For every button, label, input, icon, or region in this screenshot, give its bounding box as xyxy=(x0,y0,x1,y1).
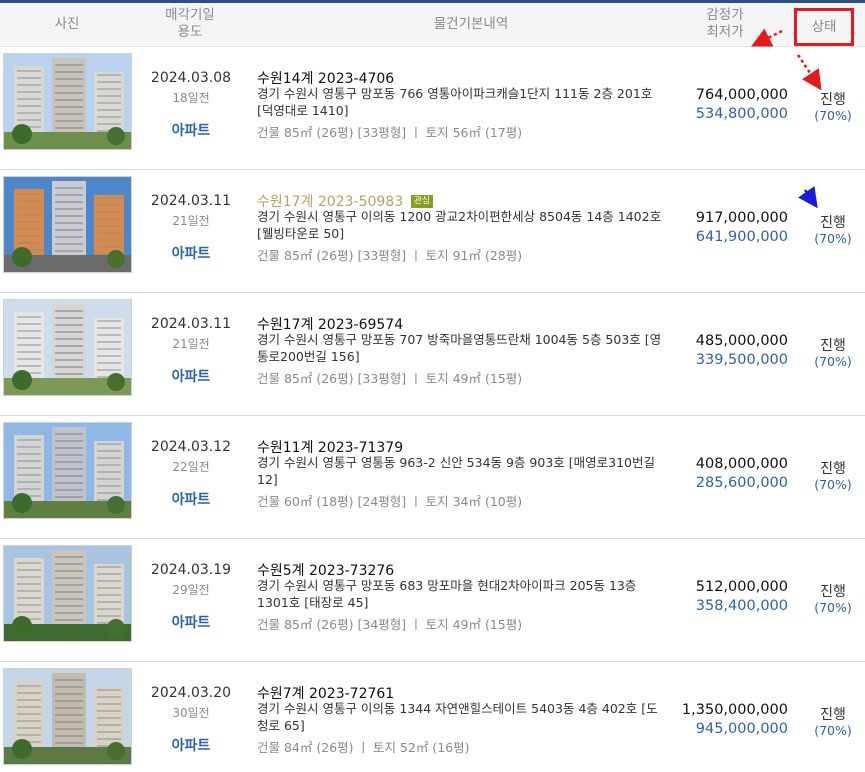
status-text: 진행 xyxy=(820,215,846,231)
appraisal-price: 485,000,000 xyxy=(695,333,788,349)
header-min-price-label: 최저가 xyxy=(706,24,744,40)
usage-type-link[interactable]: 아파트 xyxy=(140,120,242,140)
appraisal-price: 408,000,000 xyxy=(695,456,788,472)
header-date-usage: 매각기일 용도 xyxy=(140,7,240,41)
minimum-price: 945,000,000 xyxy=(695,721,788,737)
property-address: 경기 수원시 영통구 망포동 766 영통아이파크캐슬1단지 111동 2층 2… xyxy=(257,86,653,118)
days-remaining: 29일전 xyxy=(172,583,210,597)
property-photo[interactable] xyxy=(3,176,132,273)
price-ratio: (70%) xyxy=(814,354,852,369)
property-address: 경기 수원시 영통구 망포동 707 방죽마을영통뜨란채 1004동 5층 50… xyxy=(257,332,662,364)
status-text: 진행 xyxy=(820,338,846,354)
days-remaining: 30일전 xyxy=(172,706,210,720)
property-address: 경기 수원시 영통구 영통동 963-2 신안 534동 9층 903호 [매영… xyxy=(257,455,655,487)
appraisal-price: 764,000,000 xyxy=(695,87,788,103)
usage-type-link[interactable]: 아파트 xyxy=(140,489,242,509)
price-ratio: (70%) xyxy=(814,723,852,738)
table-header: 사진 매각기일 용도 물건기본내역 감정가 최저가 상태 xyxy=(0,3,865,47)
price-ratio: (70%) xyxy=(814,477,852,492)
property-address: 경기 수원시 영통구 망포동 683 망포마을 현대2차아이파크 205동 13… xyxy=(257,578,637,610)
header-status-label: 상태 xyxy=(811,19,837,35)
appraisal-price: 512,000,000 xyxy=(695,579,788,595)
sale-date: 2024.03.19 xyxy=(150,562,232,578)
interest-badge: 관심 xyxy=(411,195,433,208)
minimum-price: 339,500,000 xyxy=(695,352,788,368)
area-info: 건물 60㎡ (18평) [24평형] ㅣ 토지 34㎡ (10평) xyxy=(257,494,523,509)
auction-row[interactable]: 2024.03.11 21일전 아파트 수원17계 2023-69574 경기 수원시 … xyxy=(0,293,865,416)
sale-date: 2024.03.11 xyxy=(150,316,232,332)
area-info: 건물 85㎡ (26평) [33평형] ㅣ 토지 56㎡ (17평) xyxy=(257,125,523,140)
price-ratio: (70%) xyxy=(814,231,852,246)
auction-row[interactable]: 2024.03.20 30일전 아파트 수원7계 2023-72761 경기 수원시 영… xyxy=(0,662,865,772)
property-photo[interactable] xyxy=(3,422,132,519)
usage-type-link[interactable]: 아파트 xyxy=(140,735,242,755)
sale-date: 2024.03.20 xyxy=(150,685,232,701)
header-usage-label: 용도 xyxy=(177,24,203,40)
property-photo[interactable] xyxy=(3,545,132,642)
days-remaining: 18일전 xyxy=(172,91,210,105)
property-address: 경기 수원시 영통구 이의동 1344 자연앤힐스테이트 5403동 4층 40… xyxy=(257,701,658,733)
minimum-price: 641,900,000 xyxy=(695,229,788,245)
minimum-price: 534,800,000 xyxy=(695,106,788,122)
sale-date: 2024.03.11 xyxy=(150,193,232,209)
minimum-price: 285,600,000 xyxy=(695,475,788,491)
auction-row[interactable]: 2024.03.19 29일전 아파트 수원5계 2023-73276 경기 수원시 영… xyxy=(0,539,865,662)
area-info: 건물 84㎡ (26평) ㅣ 토지 52㎡ (16평) xyxy=(257,740,470,755)
header-status-highlight-box: 상태 xyxy=(794,8,854,46)
status-text: 진행 xyxy=(820,707,846,723)
sale-date: 2024.03.08 xyxy=(150,70,232,86)
header-date-label: 매각기일 xyxy=(165,7,215,23)
property-photo[interactable] xyxy=(3,668,132,765)
area-info: 건물 85㎡ (26평) [34평형] ㅣ 토지 49㎡ (15평) xyxy=(257,617,523,632)
usage-type-link[interactable]: 아파트 xyxy=(140,243,242,263)
status-text: 진행 xyxy=(820,584,846,600)
sale-date: 2024.03.12 xyxy=(150,439,232,455)
days-remaining: 22일전 xyxy=(172,460,210,474)
appraisal-price: 1,350,000,000 xyxy=(681,702,788,718)
header-price: 감정가 최저가 xyxy=(686,7,764,41)
price-ratio: (70%) xyxy=(814,108,852,123)
property-address: 경기 수원시 영통구 이의동 1200 광교2차이편한세상 8504동 14층 … xyxy=(257,209,662,241)
days-remaining: 21일전 xyxy=(172,214,210,228)
header-photo: 사진 xyxy=(54,16,80,32)
header-appraisal-label: 감정가 xyxy=(706,7,744,23)
auction-row[interactable]: 2024.03.12 22일전 아파트 수원11계 2023-71379 경기 수원시 … xyxy=(0,416,865,539)
area-info: 건물 85㎡ (26평) [33평형] ㅣ 토지 49㎡ (15평) xyxy=(257,371,523,386)
area-info: 건물 85㎡ (26평) [33평형] ㅣ 토지 91㎡ (28평) xyxy=(257,248,523,263)
auction-row[interactable]: 2024.03.08 18일전 아파트 수원14계 2023-4706 경기 수원시 영… xyxy=(0,47,865,170)
price-ratio: (70%) xyxy=(814,600,852,615)
days-remaining: 21일전 xyxy=(172,337,210,351)
usage-type-link[interactable]: 아파트 xyxy=(140,612,242,632)
property-photo[interactable] xyxy=(3,299,132,396)
status-text: 진행 xyxy=(820,461,846,477)
usage-type-link[interactable]: 아파트 xyxy=(140,366,242,386)
auction-row[interactable]: 2024.03.11 21일전 아파트 수원17계 2023-50983 관심 경기 수원… xyxy=(0,170,865,293)
status-text: 진행 xyxy=(820,92,846,108)
property-photo[interactable] xyxy=(3,53,132,150)
appraisal-price: 917,000,000 xyxy=(695,210,788,226)
minimum-price: 358,400,000 xyxy=(695,598,788,614)
header-info: 물건기본내역 xyxy=(433,16,509,32)
